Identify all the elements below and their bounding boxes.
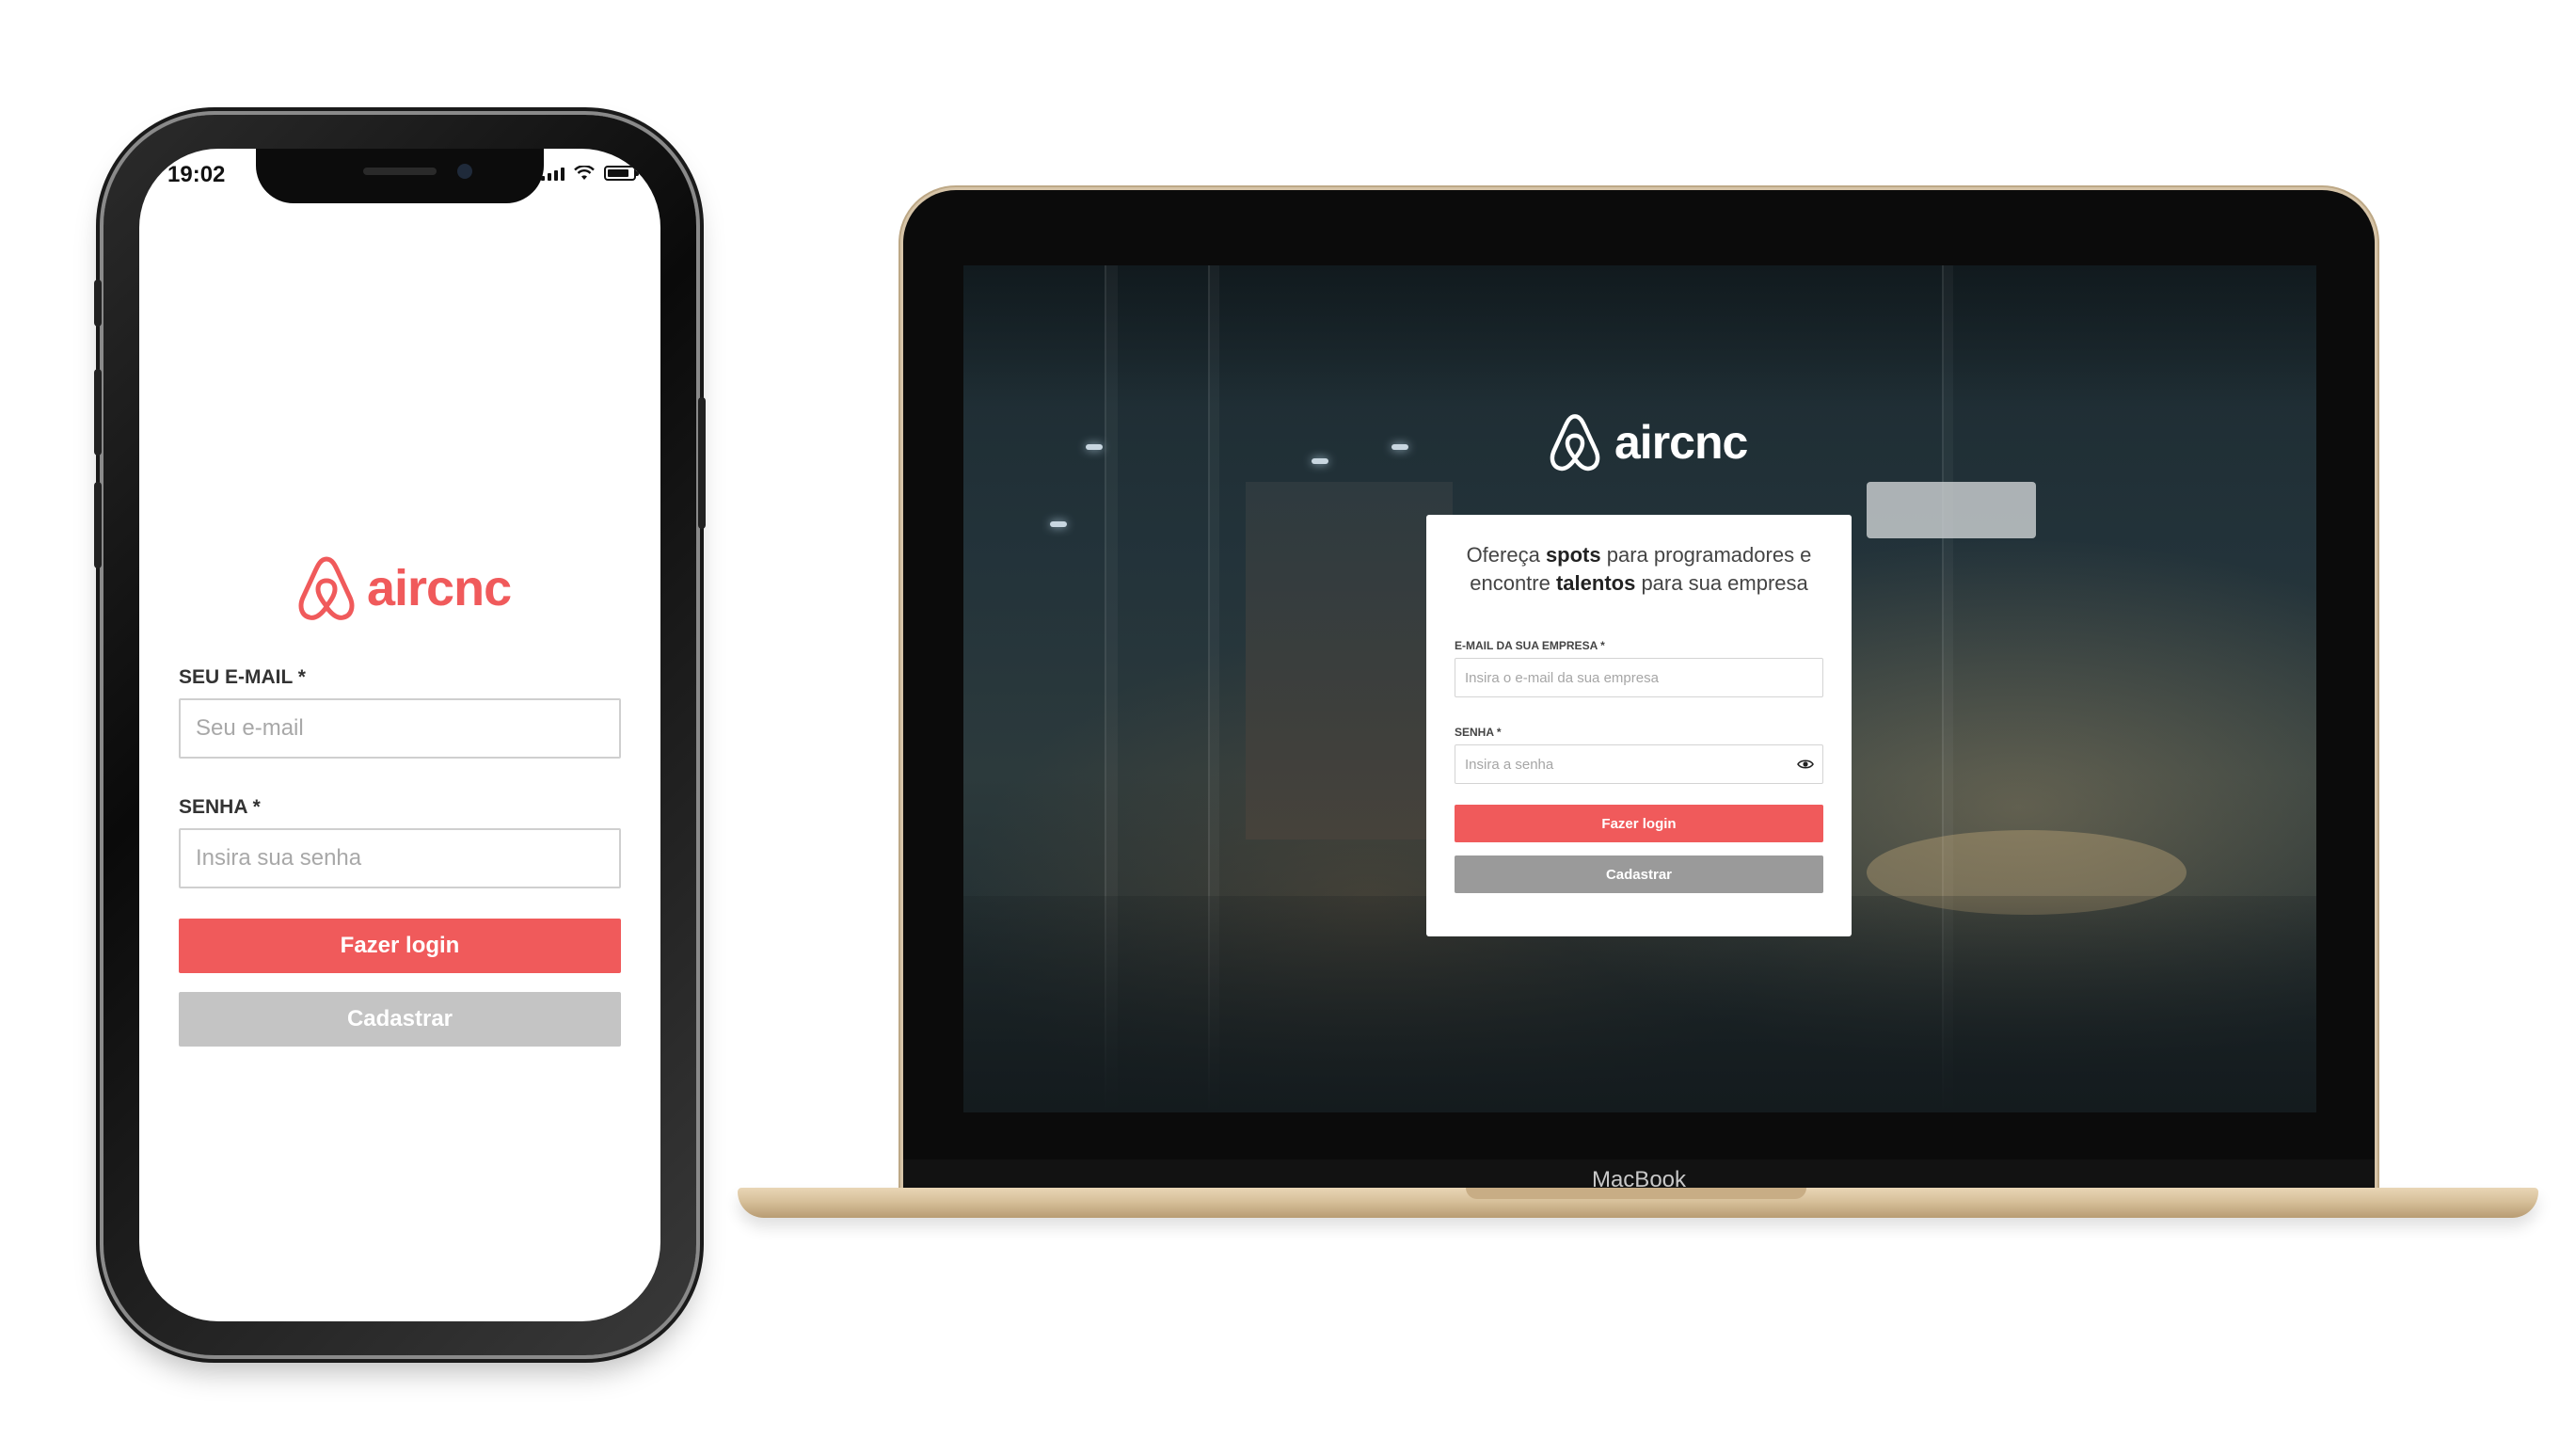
desktop-password-field — [1455, 744, 1823, 784]
phone-power-button — [698, 397, 706, 529]
status-bar-icons — [541, 166, 639, 181]
airbnb-belo-logo-icon — [298, 556, 355, 620]
background-ceiling-light — [1050, 521, 1067, 527]
headline-emphasis: talentos — [1555, 571, 1636, 595]
mobile-email-label: SEU E-MAIL * — [179, 666, 306, 688]
battery-icon — [604, 166, 639, 181]
background-ceiling-light — [1086, 444, 1103, 450]
phone-volume-up-button — [94, 369, 102, 456]
laptop-base — [738, 1188, 2538, 1218]
mobile-brand-name: aircnc — [367, 560, 512, 616]
phone-volume-down-button — [94, 482, 102, 568]
desktop-login-button[interactable]: Fazer login — [1455, 805, 1823, 842]
airbnb-belo-logo-icon — [1550, 414, 1600, 472]
desktop-email-label: E-MAIL DA SUA EMPRESA * — [1455, 639, 1605, 652]
mobile-brand-logo: aircnc — [295, 553, 512, 623]
cellular-signal-icon — [541, 166, 564, 181]
laptop-mockup: aircnc Ofereça spots para programadores … — [903, 190, 2375, 1203]
desktop-register-button[interactable]: Cadastrar — [1455, 855, 1823, 893]
mobile-login-button[interactable]: Fazer login — [179, 919, 621, 973]
background-corridor — [1246, 482, 1453, 839]
phone-mockup: 19:02 aircnc SEU E-MAIL * Seu e-mail SEN… — [94, 115, 706, 1355]
background-ceiling-light — [1391, 444, 1408, 450]
mobile-register-button[interactable]: Cadastrar — [179, 992, 621, 1047]
desktop-brand-logo: aircnc — [1547, 411, 1748, 473]
laptop-opening-notch — [1466, 1188, 1806, 1199]
mobile-password-label: SENHA * — [179, 796, 261, 818]
background-ceiling — [963, 265, 2316, 407]
wifi-icon — [574, 166, 595, 180]
headline-text: para sua empresa — [1635, 571, 1808, 595]
desktop-brand-name: aircnc — [1614, 416, 1748, 469]
desktop-password-input[interactable] — [1455, 744, 1823, 784]
notch-camera — [457, 164, 472, 179]
eye-icon[interactable] — [1797, 757, 1814, 772]
desktop-password-label: SENHA * — [1455, 726, 1502, 739]
mobile-email-input[interactable] — [179, 698, 621, 759]
mobile-password-input[interactable] — [179, 828, 621, 888]
desktop-headline: Ofereça spots para programadores e encon… — [1455, 541, 1823, 598]
phone-notch — [256, 149, 544, 203]
phone-screen: 19:02 aircnc SEU E-MAIL * Seu e-mail SEN… — [139, 149, 660, 1321]
status-bar-time: 19:02 — [167, 162, 226, 187]
laptop-screen: aircnc Ofereça spots para programadores … — [963, 265, 2316, 1112]
background-ceiling-light — [1312, 458, 1328, 464]
headline-emphasis: spots — [1545, 543, 1601, 567]
desktop-email-input[interactable] — [1455, 658, 1823, 697]
phone-mute-switch — [94, 280, 102, 327]
background-air-conditioner — [1867, 482, 2036, 538]
headline-text: Ofereça — [1466, 543, 1546, 567]
mobile-login-form: SEU E-MAIL * SENHA * Fazer login Cadastr… — [179, 666, 621, 1047]
desktop-login-card: Ofereça spots para programadores e encon… — [1426, 515, 1852, 936]
notch-speaker — [363, 168, 437, 175]
